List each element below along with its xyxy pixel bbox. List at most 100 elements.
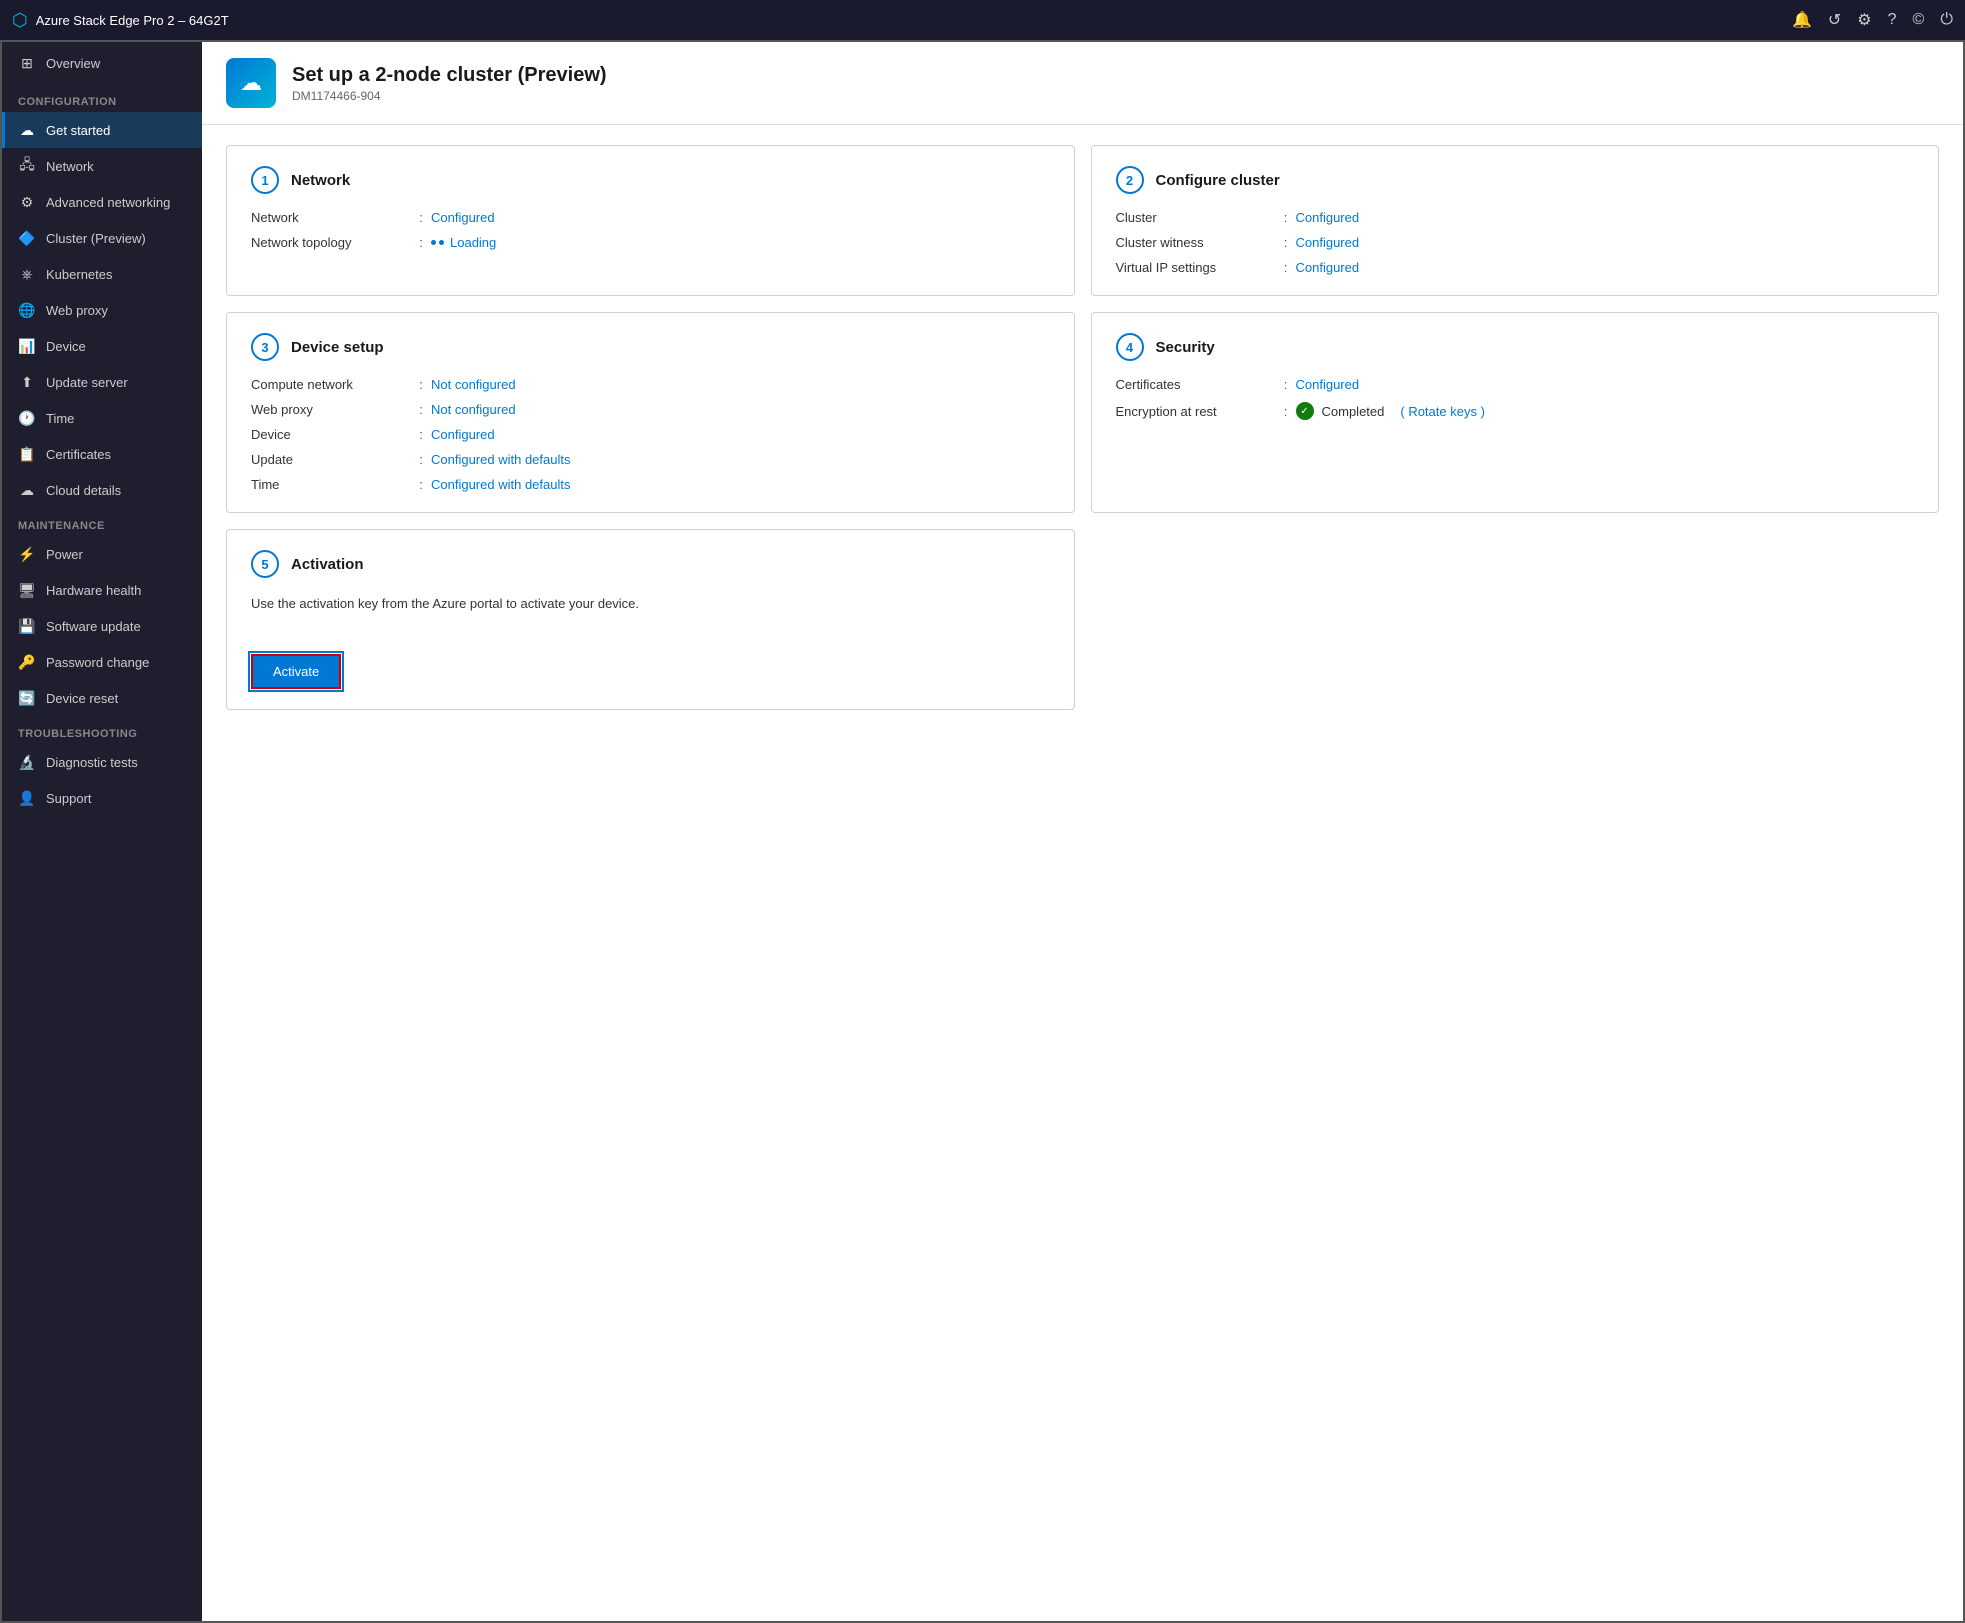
sidebar-item-password-change[interactable]: 🔑Password change bbox=[2, 644, 202, 680]
card-row-value[interactable]: Configured with defaults bbox=[431, 452, 570, 467]
sidebar-item-overview[interactable]: ⊞ Overview bbox=[2, 42, 202, 84]
password-change-label: Password change bbox=[46, 655, 149, 670]
hardware-health-icon: 🖥 bbox=[18, 581, 36, 599]
card-row-label: Cluster witness bbox=[1116, 235, 1276, 250]
software-update-icon: 💾 bbox=[18, 617, 36, 635]
get-started-label: Get started bbox=[46, 123, 110, 138]
card-row-value[interactable]: Configured with defaults bbox=[431, 477, 570, 492]
help-icon[interactable]: ? bbox=[1888, 11, 1897, 29]
card-2-row-2: Virtual IP settings:Configured bbox=[1116, 260, 1915, 275]
sidebar-item-time[interactable]: 🕐Time bbox=[2, 400, 202, 436]
card-4-row-1: Encryption at rest:✓Completed( Rotate ke… bbox=[1116, 402, 1915, 420]
sidebar-item-network[interactable]: 🖧Network bbox=[2, 148, 202, 184]
card-1-number: 1 bbox=[251, 166, 279, 194]
card-row-value[interactable]: Configured bbox=[1296, 235, 1360, 250]
card-3-row-1: Web proxy:Not configured bbox=[251, 402, 1050, 417]
card-2-number: 2 bbox=[1116, 166, 1144, 194]
card-row-value[interactable]: Configured bbox=[1296, 210, 1360, 225]
card-row-value[interactable]: Configured bbox=[431, 427, 495, 442]
diagnostic-tests-icon: 🔬 bbox=[18, 753, 36, 771]
check-icon: ✓ bbox=[1296, 402, 1314, 420]
card-row-label: Cluster bbox=[1116, 210, 1276, 225]
card-2-row-1: Cluster witness:Configured bbox=[1116, 235, 1915, 250]
card-row-colon: : bbox=[1276, 404, 1296, 419]
card-row-value[interactable]: Not configured bbox=[431, 377, 516, 392]
card-row-colon: : bbox=[1276, 210, 1296, 225]
sidebar-item-kubernetes[interactable]: ⎈ Kubernetes bbox=[2, 256, 202, 292]
power-icon[interactable]: ⏻ bbox=[1940, 11, 1953, 29]
device-reset-label: Device reset bbox=[46, 691, 118, 706]
sidebar-item-get-started[interactable]: ☁Get started bbox=[2, 112, 202, 148]
card-1-row-0: Network:Configured bbox=[251, 210, 1050, 225]
settings-icon[interactable]: ⚙ bbox=[1857, 10, 1871, 30]
card-row-label: Network bbox=[251, 210, 411, 225]
advanced-networking-label: Advanced networking bbox=[46, 195, 170, 210]
card-row-colon: : bbox=[1276, 260, 1296, 275]
device-reset-icon: 🔄 bbox=[18, 689, 36, 707]
card-3-title: Device setup bbox=[291, 339, 384, 356]
azure-logo-icon: ⬡ bbox=[12, 10, 28, 31]
kubernetes-icon: ⎈ bbox=[18, 265, 36, 283]
titlebar-title: Azure Stack Edge Pro 2 – 64G2T bbox=[36, 13, 229, 28]
refresh-icon[interactable]: ↺ bbox=[1828, 10, 1841, 30]
sidebar-item-power[interactable]: ⚡Power bbox=[2, 536, 202, 572]
activate-button[interactable]: Activate bbox=[251, 654, 341, 689]
titlebar-icons: 🔔 ↺ ⚙ ? © ⏻ bbox=[1792, 10, 1953, 30]
card-1-rows: Network:Configured Network topology: Loadi… bbox=[251, 210, 1050, 250]
time-icon: 🕐 bbox=[18, 409, 36, 427]
sidebar-overview-label: Overview bbox=[46, 56, 100, 71]
logo-cloud-icon: ☁ bbox=[240, 70, 262, 96]
card-row-label: Web proxy bbox=[251, 402, 411, 417]
sidebar-item-advanced-networking[interactable]: ⚙Advanced networking bbox=[2, 184, 202, 220]
page-title: Set up a 2-node cluster (Preview) bbox=[292, 64, 607, 87]
network-icon: 🖧 bbox=[18, 157, 36, 175]
card-row-colon: : bbox=[411, 477, 431, 492]
card-3-header: 3Device setup bbox=[251, 333, 1050, 361]
sidebar-item-support[interactable]: 👤Support bbox=[2, 780, 202, 816]
card-row-value[interactable]: Not configured bbox=[431, 402, 516, 417]
card-5-title: Activation bbox=[291, 556, 364, 573]
sidebar-item-device-reset[interactable]: 🔄 Device reset bbox=[2, 680, 202, 716]
diagnostic-tests-label: Diagnostic tests bbox=[46, 755, 138, 770]
card-2-rows: Cluster:ConfiguredCluster witness:Config… bbox=[1116, 210, 1915, 275]
card-row-colon: : bbox=[411, 235, 431, 250]
card-row-colon: : bbox=[411, 377, 431, 392]
sidebar-item-software-update[interactable]: 💾Software update bbox=[2, 608, 202, 644]
card-row-value[interactable]: Configured bbox=[1296, 260, 1360, 275]
web-proxy-label: Web proxy bbox=[46, 303, 108, 318]
sidebar-item-device[interactable]: 📊Device bbox=[2, 328, 202, 364]
update-server-label: Update server bbox=[46, 375, 128, 390]
card-4-title: Security bbox=[1156, 339, 1215, 356]
card-row-value[interactable]: Loading bbox=[450, 235, 496, 250]
card-3-row-3: Update:Configured with defaults bbox=[251, 452, 1050, 467]
bell-icon[interactable]: 🔔 bbox=[1792, 10, 1812, 30]
card-row-label: Encryption at rest bbox=[1116, 404, 1276, 419]
card-1-row-1: Network topology: Loading bbox=[251, 235, 1050, 250]
sidebar-item-hardware-health[interactable]: 🖥Hardware health bbox=[2, 572, 202, 608]
sidebar-section-configuration: CONFIGURATION bbox=[2, 84, 202, 112]
rotate-keys-link[interactable]: ( Rotate keys ) bbox=[1400, 404, 1485, 419]
sidebar-item-cluster[interactable]: 🔷Cluster (Preview) bbox=[2, 220, 202, 256]
card-row-label: Network topology bbox=[251, 235, 411, 250]
sidebar-item-certificates[interactable]: 📋Certificates bbox=[2, 436, 202, 472]
kubernetes-label: Kubernetes bbox=[46, 267, 113, 282]
app-container: ⊞ Overview CONFIGURATION☁Get started🖧Net… bbox=[0, 40, 1965, 1623]
page-header: ☁ Set up a 2-node cluster (Preview) DM11… bbox=[202, 42, 1963, 125]
card-row-label: Device bbox=[251, 427, 411, 442]
sidebar-item-diagnostic-tests[interactable]: 🔬 Diagnostic tests bbox=[2, 744, 202, 780]
card-row-completed: ✓Completed( Rotate keys ) bbox=[1296, 402, 1485, 420]
sidebar-item-web-proxy[interactable]: 🌐Web proxy bbox=[2, 292, 202, 328]
card-row-colon: : bbox=[1276, 235, 1296, 250]
page-subtitle: DM1174466-904 bbox=[292, 89, 607, 103]
card-row-label: Compute network bbox=[251, 377, 411, 392]
cards-container: 1 NetworkNetwork:Configured Network topolo… bbox=[202, 125, 1963, 1621]
card-row-value[interactable]: Configured bbox=[1296, 377, 1360, 392]
sidebar-item-update-server[interactable]: ⬆ Update server bbox=[2, 364, 202, 400]
page-logo: ☁ bbox=[226, 58, 276, 108]
card-row-value[interactable]: Configured bbox=[431, 210, 495, 225]
account-icon[interactable]: © bbox=[1913, 11, 1925, 29]
card-3-row-2: Device:Configured bbox=[251, 427, 1050, 442]
cluster-label: Cluster (Preview) bbox=[46, 231, 146, 246]
sidebar-item-cloud-details[interactable]: ☁Cloud details bbox=[2, 472, 202, 508]
update-server-icon: ⬆ bbox=[18, 373, 36, 391]
